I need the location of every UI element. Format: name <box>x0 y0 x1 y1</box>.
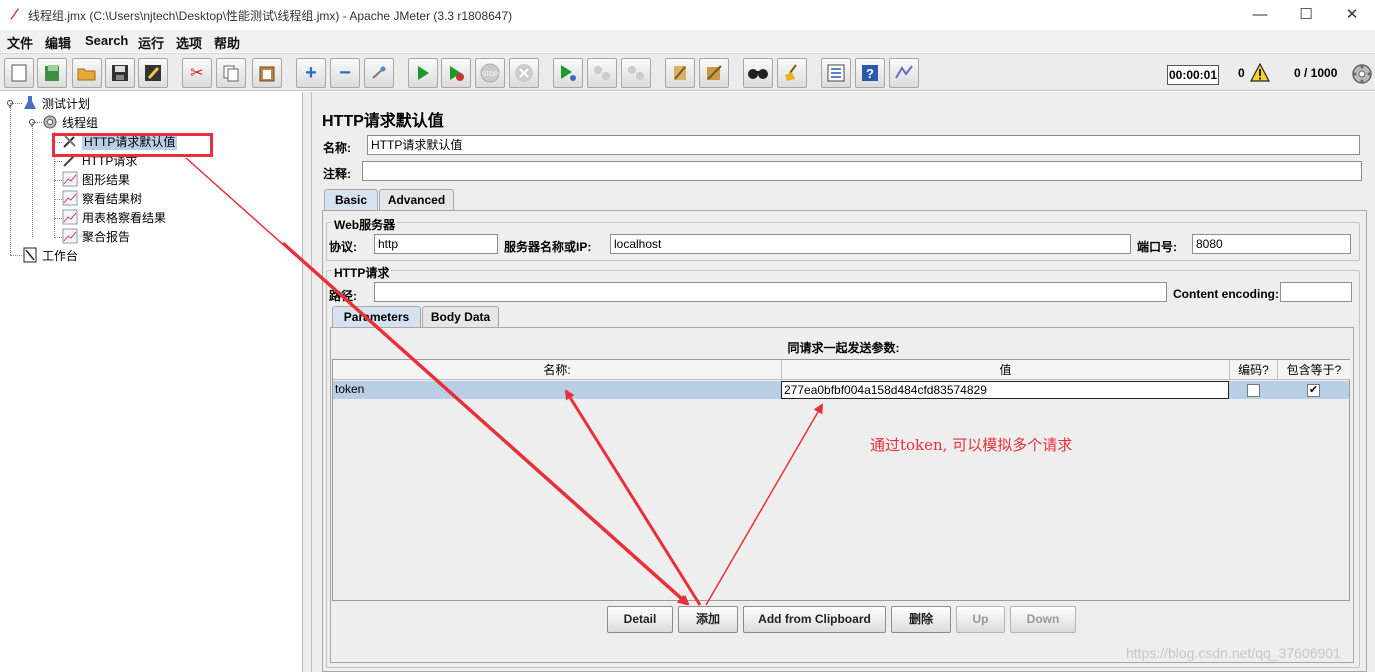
annotation-arrow <box>705 403 824 606</box>
annotation-arrow <box>564 389 702 606</box>
annotation-note: 通过token, 可以模拟多个请求 <box>870 436 1073 454</box>
annotation-arrows <box>185 157 824 606</box>
annotation-arrow <box>282 241 690 606</box>
watermark: https://blog.csdn.net/qq_37606901 <box>1126 645 1341 661</box>
